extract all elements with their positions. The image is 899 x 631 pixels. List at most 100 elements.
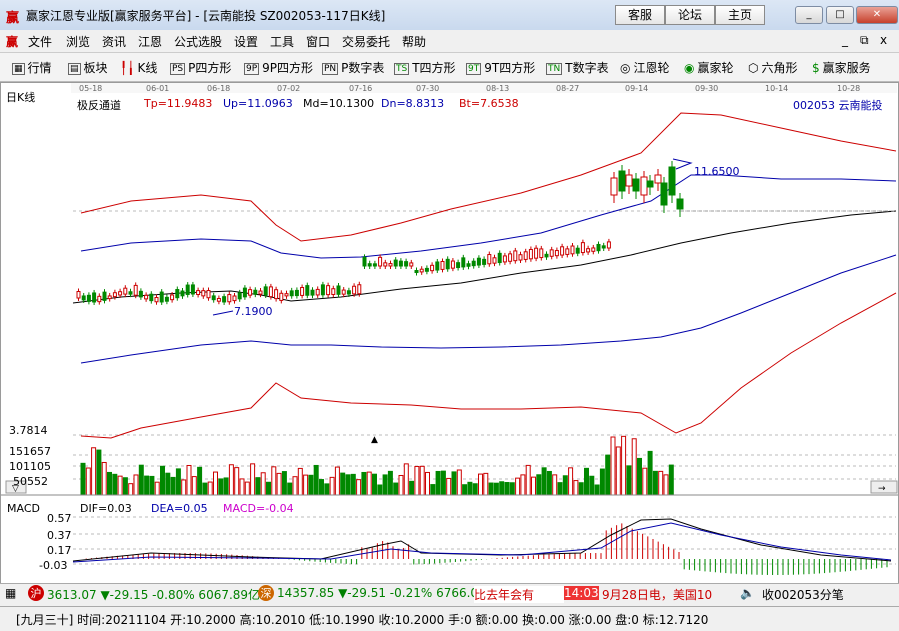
toolbar-t-table[interactable]: TN T数字表 [546,59,609,76]
volume-bar [594,484,600,496]
volume-bar [440,470,446,496]
menu-browse[interactable]: 浏览 [66,33,90,50]
toolbar-quotes[interactable]: ▦ 行情 [12,59,52,76]
candle-body [565,248,570,255]
indicator-dn: Dn=8.8313 [381,97,445,110]
candle-body [618,170,626,192]
menu-trade[interactable]: 交易委托 [342,33,390,50]
candle-body [336,285,341,295]
candle-body [118,291,123,296]
news-ticker[interactable]: 比去年会有 [474,586,564,603]
menu-tools[interactable]: 工具 [270,33,294,50]
sz-index-icon: 深 [258,585,274,601]
menu-gann[interactable]: 江恩 [138,33,162,50]
menu-formula[interactable]: 公式选股 [174,33,222,50]
blocks-icon: ▤ [68,63,81,75]
mdi-restore-button[interactable]: ⧉ [860,33,869,48]
candle-body [268,286,273,298]
toolbar-t-table-label: T数字表 [565,61,609,75]
volume-bar [96,449,102,496]
forum-button[interactable]: 论坛 [665,5,715,25]
volume-bar [313,464,319,496]
candle-body [580,242,585,254]
candle-body [242,287,247,298]
toolbar-winner-wheel[interactable]: ◉ 赢家轮 [684,59,734,76]
toolbar-p-table[interactable]: PN P数字表 [322,59,384,76]
annotation-high: 11.6500 [694,165,740,178]
volume-bar [234,467,240,496]
menu-window[interactable]: 窗口 [306,33,330,50]
volume-bar [462,484,468,496]
candle-body [372,263,377,267]
news-ticker-2[interactable]: 9月28日电，美国10 [602,586,726,603]
sh-index-icon: 沪 [28,585,44,601]
volume-bar [80,462,86,496]
indicator-tp: Tp=11.9483 [144,97,213,110]
toolbar-sectors-label: 板块 [83,61,108,75]
minimize-button[interactable]: _ [795,6,823,24]
toolbar-gann-wheel-label: 江恩轮 [633,61,670,75]
candle-body [471,260,476,267]
candle-body [668,166,676,196]
volume-bar [271,466,277,496]
candle-body [461,257,466,268]
volume-bar [647,450,653,496]
date-tick: 06-18 [207,84,230,93]
macd-scale-2: 0.17 [47,544,72,557]
customer-service-button[interactable]: 客服 [615,5,665,25]
close-button[interactable]: ✕ [856,6,898,24]
kline-chart[interactable]: 05-18 06-01 06-18 07-02 07-16 07-30 08-13 08-27… [1,83,898,583]
toolbar-9t-square-label: 9T四方形 [484,61,536,75]
volume-bar [101,461,107,496]
toolbar-9t-square[interactable]: 9T 9T四方形 [466,59,535,76]
menu-info[interactable]: 资讯 [102,33,126,50]
toolbar-9p-square[interactable]: 9P 9P四方形 [244,59,313,76]
maximize-button[interactable]: □ [826,6,854,24]
date-tick: 09-30 [695,84,718,93]
grid-icon[interactable]: ▦ [5,586,16,600]
volume-bar [546,470,552,496]
volume-bar [144,475,150,496]
volume-bar [578,482,584,496]
volume-bar [562,475,568,496]
volume-bar [308,474,314,496]
candle-body [159,291,164,303]
candle-body [149,293,154,302]
menu-help[interactable]: 帮助 [402,33,426,50]
menu-settings[interactable]: 设置 [234,33,258,50]
mdi-minimize-button[interactable]: _ [842,33,848,47]
volume-bar [345,474,351,496]
toolbar-gann-wheel[interactable]: ◎ 江恩轮 [620,59,670,76]
menu-file[interactable]: 文件 [28,33,52,50]
candle-body [123,287,128,295]
toolbar-hexagon[interactable]: ⬡ 六角形 [748,59,798,76]
candle-body [549,249,554,257]
candle-body [362,256,367,267]
toolbar-service[interactable]: $ 赢家服务 [812,59,871,76]
toolbar-kline[interactable]: ╿╽ K线 [120,59,157,76]
toolbar-sectors[interactable]: ▤ 板块 [68,59,108,76]
volume-bar [626,465,632,496]
candle-body [424,267,429,272]
candle-body [310,289,315,296]
candle-body [539,248,544,259]
period-label: 日K线 [6,91,36,104]
volume-bar [165,472,171,496]
tick-detail-label[interactable]: 收002053分笔 [762,586,844,603]
toolbar-t-square[interactable]: TS T四方形 [394,59,456,76]
volume-bar [499,481,505,496]
candle-body [654,174,662,184]
speaker-icon[interactable]: 🔈 [740,586,755,600]
mdi-close-button[interactable]: x [880,33,887,47]
volume-bar [631,438,637,496]
volume-bar [509,482,515,496]
candlestick-icon: ╿╽ [120,61,135,75]
toolbar-p-square[interactable]: PS P四方形 [170,59,231,76]
candle-body [388,263,393,267]
candle-body [492,257,497,264]
candle-body [128,291,133,295]
candle-body [300,287,305,296]
homepage-button[interactable]: 主页 [715,5,765,25]
chart-panel[interactable]: 05-18 06-01 06-18 07-02 07-16 07-30 08-13 08-27… [0,82,899,604]
volume-bar [319,479,324,496]
